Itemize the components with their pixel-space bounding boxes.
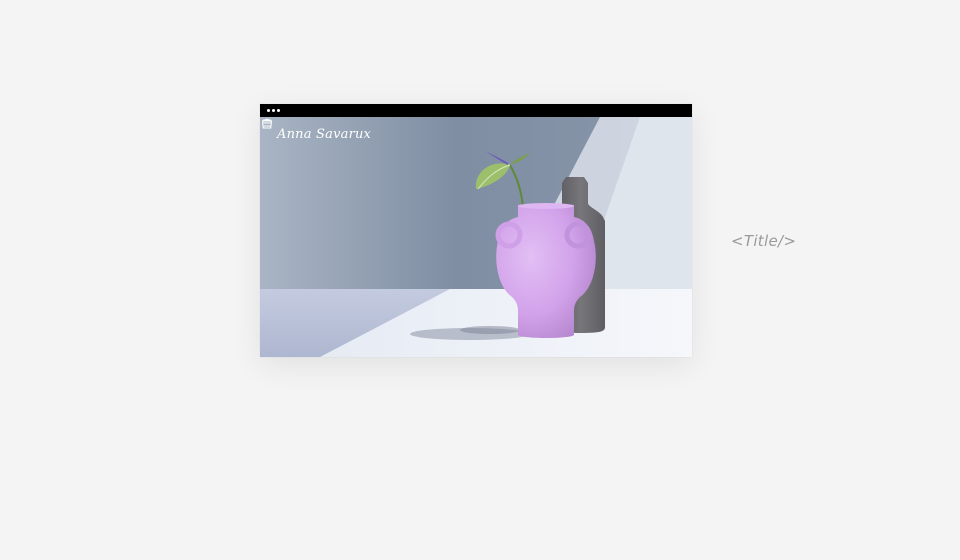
site-title[interactable]: Anna Savarux <box>277 127 371 142</box>
hamburger-menu-icon[interactable] <box>260 117 274 129</box>
hero-photo-still-life <box>260 117 692 357</box>
website-preview-frame: Anna Savarux <box>260 104 692 357</box>
window-dots-icon <box>267 109 280 112</box>
hero-image: Anna Savarux <box>260 117 692 357</box>
browser-bar <box>260 104 692 117</box>
title-placeholder: <Title/> <box>731 232 797 250</box>
